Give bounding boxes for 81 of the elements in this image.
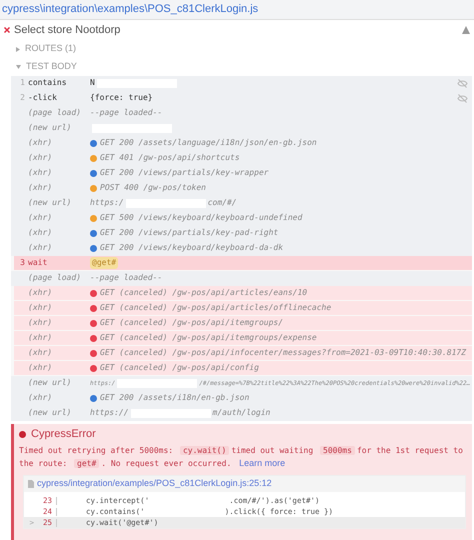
event-name: (xhr) [28,138,52,147]
event-name: (xhr) [28,363,52,372]
event-name: (page load) [28,273,81,282]
log-message: GET 401 /gw-pos/api/shortcuts [100,152,240,164]
log-message: GET 200 /assets/language/i18n/json/en-gb.json [100,137,317,149]
event-name: (xhr) [28,303,52,312]
section-toggle[interactable]: TEST BODY [26,60,77,74]
log-message: GET 200 /views/partials/key-pad-right [100,227,278,239]
log-row[interactable]: (xhr) GET 200 /assets/i18n/en-gb.json [11,391,472,406]
event-name: (new url) [28,378,72,387]
event-name: (xhr) [28,348,52,357]
log-message: GET (canceled) /gw-pos/api/itemgroups/expense [100,332,317,344]
log-message: com/#/ [208,197,237,209]
error-icon [19,430,26,438]
log-row[interactable]: (xhr) POST 400 /gw-pos/token [11,181,472,196]
log-message: GET (canceled) /gw-pos/api/infocenter/messages?from=2021-03-09T10:40:30.817Z [100,347,466,359]
test-title[interactable]: Select store Nootdorp [14,22,120,38]
event-name: (xhr) [28,213,52,222]
log-row[interactable]: (xhr) GET 200 /views/partials/key-pad-right [11,226,472,241]
command-row[interactable]: 2 -click {force: true} [11,91,472,106]
log-row[interactable]: (page load) --page loaded-- [11,271,472,286]
alias-badge: @get# [90,257,118,269]
event-name: (xhr) [28,228,52,237]
file-icon [28,480,34,488]
line-number: 1 [20,78,25,87]
log-message: https:// [90,407,129,419]
learn-more-link[interactable]: Learn more [239,458,286,468]
log-message: https:/ [90,197,124,209]
log-message: N [90,77,95,89]
event-name: (xhr) [28,318,52,327]
log-row[interactable]: (xhr) GET (canceled) /gw-pos/api/itemgroups/ [11,316,472,331]
log-message: GET (canceled) /gw-pos/api/articles/offlinecache [100,302,332,314]
log-message: GET 200 /views/partials/key-wrapper [100,167,269,179]
log-message: GET (canceled) /gw-pos/api/config [100,362,259,374]
file-path-link[interactable]: cypress\integration\examples\POS_c81ClerkLogin.js [2,1,258,18]
event-name: (new url) [28,198,72,207]
event-name: (xhr) [28,393,52,402]
event-name: (page load) [28,108,81,117]
command-row[interactable]: 1 contains N [11,76,472,91]
command-name: wait [28,258,48,267]
log-row[interactable]: (new url) https:// m/auth/login [11,406,472,421]
warning-icon [462,25,470,35]
log-row[interactable]: (xhr) GET (canceled) /gw-pos/api/itemgroups/expense [11,331,472,346]
event-name: (xhr) [28,183,52,192]
event-name: (xhr) [28,288,52,297]
log-row[interactable]: (xhr) GET 200 /views/partials/key-wrapper [11,166,472,181]
section-toggle[interactable]: ROUTES (1) [25,42,76,56]
event-name: (xhr) [28,333,52,342]
log-message: GET 200 /assets/i18n/en-gb.json [100,392,250,404]
log-row[interactable]: (xhr) GET (canceled) /gw-pos/api/articles/eans/10 [11,286,472,301]
log-row[interactable]: (xhr) GET 200 /views/keyboard/keyboard-da-dk [11,241,472,256]
log-message: POST 400 /gw-pos/token [100,182,206,194]
log-message: {force: true} [90,92,153,104]
log-row[interactable]: (xhr) GET 401 /gw-pos/api/shortcuts [11,151,472,166]
log-message: GET 500 /views/keyboard/keyboard-undefined [100,212,302,224]
log-message: --page loaded-- [90,272,162,284]
log-row[interactable]: (page load) --page loaded-- [11,106,472,121]
log-row[interactable]: (xhr) GET (canceled) /gw-pos/api/articles/offlinecache [11,301,472,316]
error-message: Timed out retrying after 5000ms: cy.wait() timed out waiting 5000ms for the 1st request to the route: get# . No request ever occurred. Learn more [19,445,464,470]
log-row[interactable]: (new url) [11,121,472,136]
log-row[interactable]: (xhr) GET (canceled) /gw-pos/api/config [11,361,472,376]
log-row[interactable]: (xhr) GET 200 /assets/language/i18n/json/en-gb.json [11,136,472,151]
line-number: 2 [20,93,25,102]
event-name: (xhr) [28,243,52,252]
command-name: -click [28,93,57,102]
log-message: GET (canceled) /gw-pos/api/articles/eans/10 [100,287,308,299]
error-title: CypressError [31,426,96,442]
event-name: (new url) [28,123,72,132]
log-message: m/auth/login [212,407,270,419]
log-row[interactable]: (xhr) GET 500 /views/keyboard/keyboard-undefined [11,211,472,226]
event-name: (new url) [28,408,72,417]
log-row[interactable]: (new url) https:/ com/#/ [11,196,472,211]
command-row[interactable]: 3 wait @get# [11,256,472,271]
event-name: (xhr) [28,168,52,177]
log-message: --page loaded-- [90,107,162,119]
event-name: (xhr) [28,153,52,162]
line-number: 3 [20,258,25,267]
command-name: contains [28,78,67,87]
log-message: GET (canceled) /gw-pos/api/itemgroups/ [100,317,284,329]
log-message: GET 200 /views/keyboard/keyboard-da-dk [100,242,284,254]
log-row[interactable]: (xhr) GET (canceled) /gw-pos/api/infocenter/messages?from=2021-03-09T10:40:30.817Z [11,346,472,361]
